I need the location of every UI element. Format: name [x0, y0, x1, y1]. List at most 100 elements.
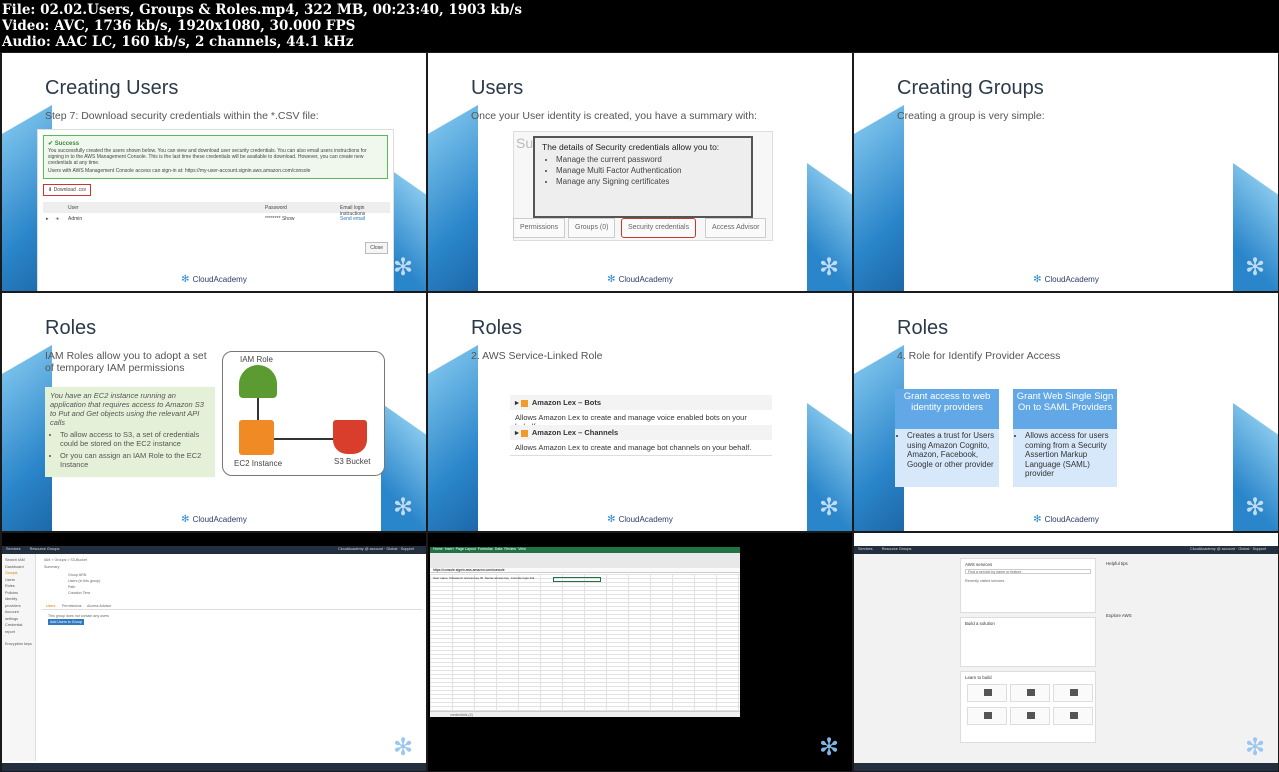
- logo-text: CloudAcademy: [1044, 275, 1099, 284]
- sidebar-item[interactable]: Credential report: [5, 622, 32, 635]
- selected-cell[interactable]: [553, 577, 601, 582]
- role-diagram: IAM Role EC2 Instance S3 Bucket: [222, 351, 385, 476]
- helpful-tips-title: Helpful tips: [1106, 561, 1128, 566]
- row-user: Admin: [68, 216, 83, 222]
- excel-window: Home Insert Page Layout Formulas Data Re…: [430, 547, 740, 717]
- letterbox: [2, 533, 426, 546]
- connector: [257, 398, 259, 420]
- tab-page-layout[interactable]: Page Layout: [456, 547, 476, 551]
- thumbnail-roles-service-linked[interactable]: Roles 2. AWS Service-Linked Role ▸ Amazo…: [428, 293, 852, 531]
- tab-review[interactable]: Review: [504, 547, 516, 551]
- header-row: User name Password Access key ID Secret …: [433, 576, 534, 580]
- sidebar-item[interactable]: Encryption keys: [5, 641, 32, 648]
- tab-users[interactable]: Users: [46, 604, 55, 608]
- tab-data[interactable]: Data: [495, 547, 503, 551]
- thumbnail-creating-groups[interactable]: Creating Groups Creating a group is very…: [854, 53, 1278, 291]
- sidebar-item[interactable]: Account settings: [5, 609, 32, 622]
- cell[interactable]: Console login link: [511, 576, 535, 580]
- services-menu[interactable]: Services: [858, 547, 873, 551]
- tab-security-credentials[interactable]: Security credentials: [621, 218, 697, 238]
- logo-text: CloudAcademy: [618, 515, 673, 524]
- add-users-button[interactable]: Add Users to Group: [48, 619, 84, 625]
- resource-groups-menu[interactable]: Resource Groups: [882, 547, 912, 551]
- formula-bar[interactable]: https://console.signin.aws.amazon.com/co…: [430, 568, 740, 573]
- sheet-tab[interactable]: credentials (4): [450, 713, 473, 717]
- thumbnail-roles-identity-provider[interactable]: Roles 4. Role for Identify Provider Acce…: [854, 293, 1278, 531]
- cloudacademy-logo: ✻ CloudAcademy: [181, 274, 247, 285]
- spreadsheet-grid[interactable]: [430, 574, 740, 717]
- thumbnail-excel-credentials[interactable]: Home Insert Page Layout Formulas Data Re…: [428, 533, 852, 771]
- services-menu[interactable]: Services: [6, 547, 21, 551]
- learn-tile[interactable]: [1053, 707, 1093, 725]
- connector: [274, 438, 333, 440]
- cell[interactable]: Password: [449, 576, 462, 580]
- scenario-text: You have an EC2 instance running an appl…: [50, 391, 204, 427]
- logo-text: CloudAcademy: [618, 275, 673, 284]
- learn-tile[interactable]: [967, 684, 1007, 702]
- aws-services-panel: AWS services Find a service by name or f…: [960, 558, 1096, 613]
- console-footer: [2, 763, 426, 771]
- hard-hat-icon: [239, 365, 277, 398]
- tab-formulas[interactable]: Formulas: [478, 547, 493, 551]
- tab-access-advisor[interactable]: Access Advisor: [705, 218, 767, 238]
- thumbnail-creating-users[interactable]: Creating Users Step 7: Download security…: [2, 53, 426, 291]
- account-menu[interactable]: CloudAcademy @ account · Global · Suppor…: [338, 547, 414, 551]
- thumbnail-aws-console-home[interactable]: Services Resource Groups CloudAcademy @ …: [854, 533, 1278, 771]
- cloudacademy-logo: ✻ CloudAcademy: [607, 514, 673, 525]
- learn-tile[interactable]: [1053, 684, 1093, 702]
- list-item: Manage Multi Factor Authentication: [556, 165, 744, 176]
- list-item: Or you can assign an IAM Role to the EC2…: [60, 451, 210, 469]
- decor-wave-left: [854, 105, 904, 291]
- file-info-line: File: 02.02.Users, Groups & Roles.mp4, 3…: [2, 2, 522, 18]
- logo-icon: ✻: [1033, 514, 1042, 525]
- video-info-line: Video: AVC, 1736 kb/s, 1920x1080, 30.000…: [2, 18, 356, 34]
- flower-icon: ✻: [392, 494, 414, 521]
- learn-tile[interactable]: [1010, 684, 1050, 702]
- success-panel: ✔ Success You successfully created the u…: [37, 129, 394, 291]
- col-password: Password: [265, 205, 287, 211]
- send-email-link[interactable]: Send email: [340, 216, 365, 222]
- learn-tile[interactable]: [1010, 707, 1050, 725]
- thumbnail-users[interactable]: Users Once your User identity is created…: [428, 53, 852, 291]
- tile-icon: [1070, 689, 1078, 696]
- check-icon: ●: [56, 216, 60, 222]
- breadcrumb: IAM > Groups > S3-Bucket: [44, 558, 87, 562]
- find-service-input[interactable]: Find a service by name or feature: [965, 569, 1091, 574]
- explore-aws-title: Explore AWS: [1106, 613, 1132, 618]
- list-item: Allows access for users coming from a Se…: [1025, 431, 1113, 479]
- account-menu[interactable]: CloudAcademy @ account · Global · Suppor…: [1190, 547, 1266, 551]
- panel-title: Build a solution: [965, 621, 995, 626]
- tab-groups[interactable]: Groups (0): [568, 218, 616, 238]
- decor-wave-left: [428, 105, 478, 291]
- learn-tile[interactable]: [967, 707, 1007, 725]
- thumbnail-iam-console[interactable]: Services Resource Groups CloudAcademy @ …: [2, 533, 426, 771]
- field-label: Users (in this group): [68, 579, 101, 583]
- resource-groups-menu[interactable]: Resource Groups: [30, 547, 60, 551]
- tab-insert[interactable]: Insert: [445, 547, 454, 551]
- tab-access-advisor[interactable]: Access Advisor: [87, 604, 111, 608]
- logo-text: CloudAcademy: [192, 275, 247, 284]
- list-item: Creates a trust for Users using Amazon C…: [907, 431, 995, 469]
- tile-icon: [984, 712, 992, 719]
- cell[interactable]: Secret access key: [485, 576, 509, 580]
- field-label: Creation Time: [68, 591, 91, 595]
- close-button[interactable]: Close: [365, 242, 388, 254]
- thumbnail-roles-iam[interactable]: Roles IAM Roles allow you to adopt a set…: [2, 293, 426, 531]
- expand-icon[interactable]: ▸: [46, 216, 49, 222]
- slide-title: Roles: [471, 317, 523, 339]
- logo-icon: ✻: [1033, 274, 1042, 285]
- slide-subtitle: Once your User identity is created, you …: [471, 110, 757, 122]
- table-row[interactable]: ▸ ● Admin ******** Show Send email: [43, 214, 390, 224]
- tab-permissions[interactable]: Permissions: [62, 604, 82, 608]
- cloudacademy-logo: ✻ CloudAcademy: [1033, 514, 1099, 525]
- cell[interactable]: Access key ID: [464, 576, 483, 580]
- tab-permissions[interactable]: Permissions: [513, 218, 566, 238]
- cell[interactable]: User name: [433, 576, 448, 580]
- lex-icon: [520, 399, 528, 407]
- sidebar-item[interactable]: Identity providers: [5, 596, 32, 609]
- row-password[interactable]: ******** Show: [265, 216, 294, 222]
- tab-home[interactable]: Home: [433, 547, 443, 551]
- tab-view[interactable]: View: [518, 547, 526, 551]
- panel-title: Learn to build: [965, 675, 992, 680]
- download-csv-button[interactable]: ⬇ Download .csv: [43, 184, 92, 196]
